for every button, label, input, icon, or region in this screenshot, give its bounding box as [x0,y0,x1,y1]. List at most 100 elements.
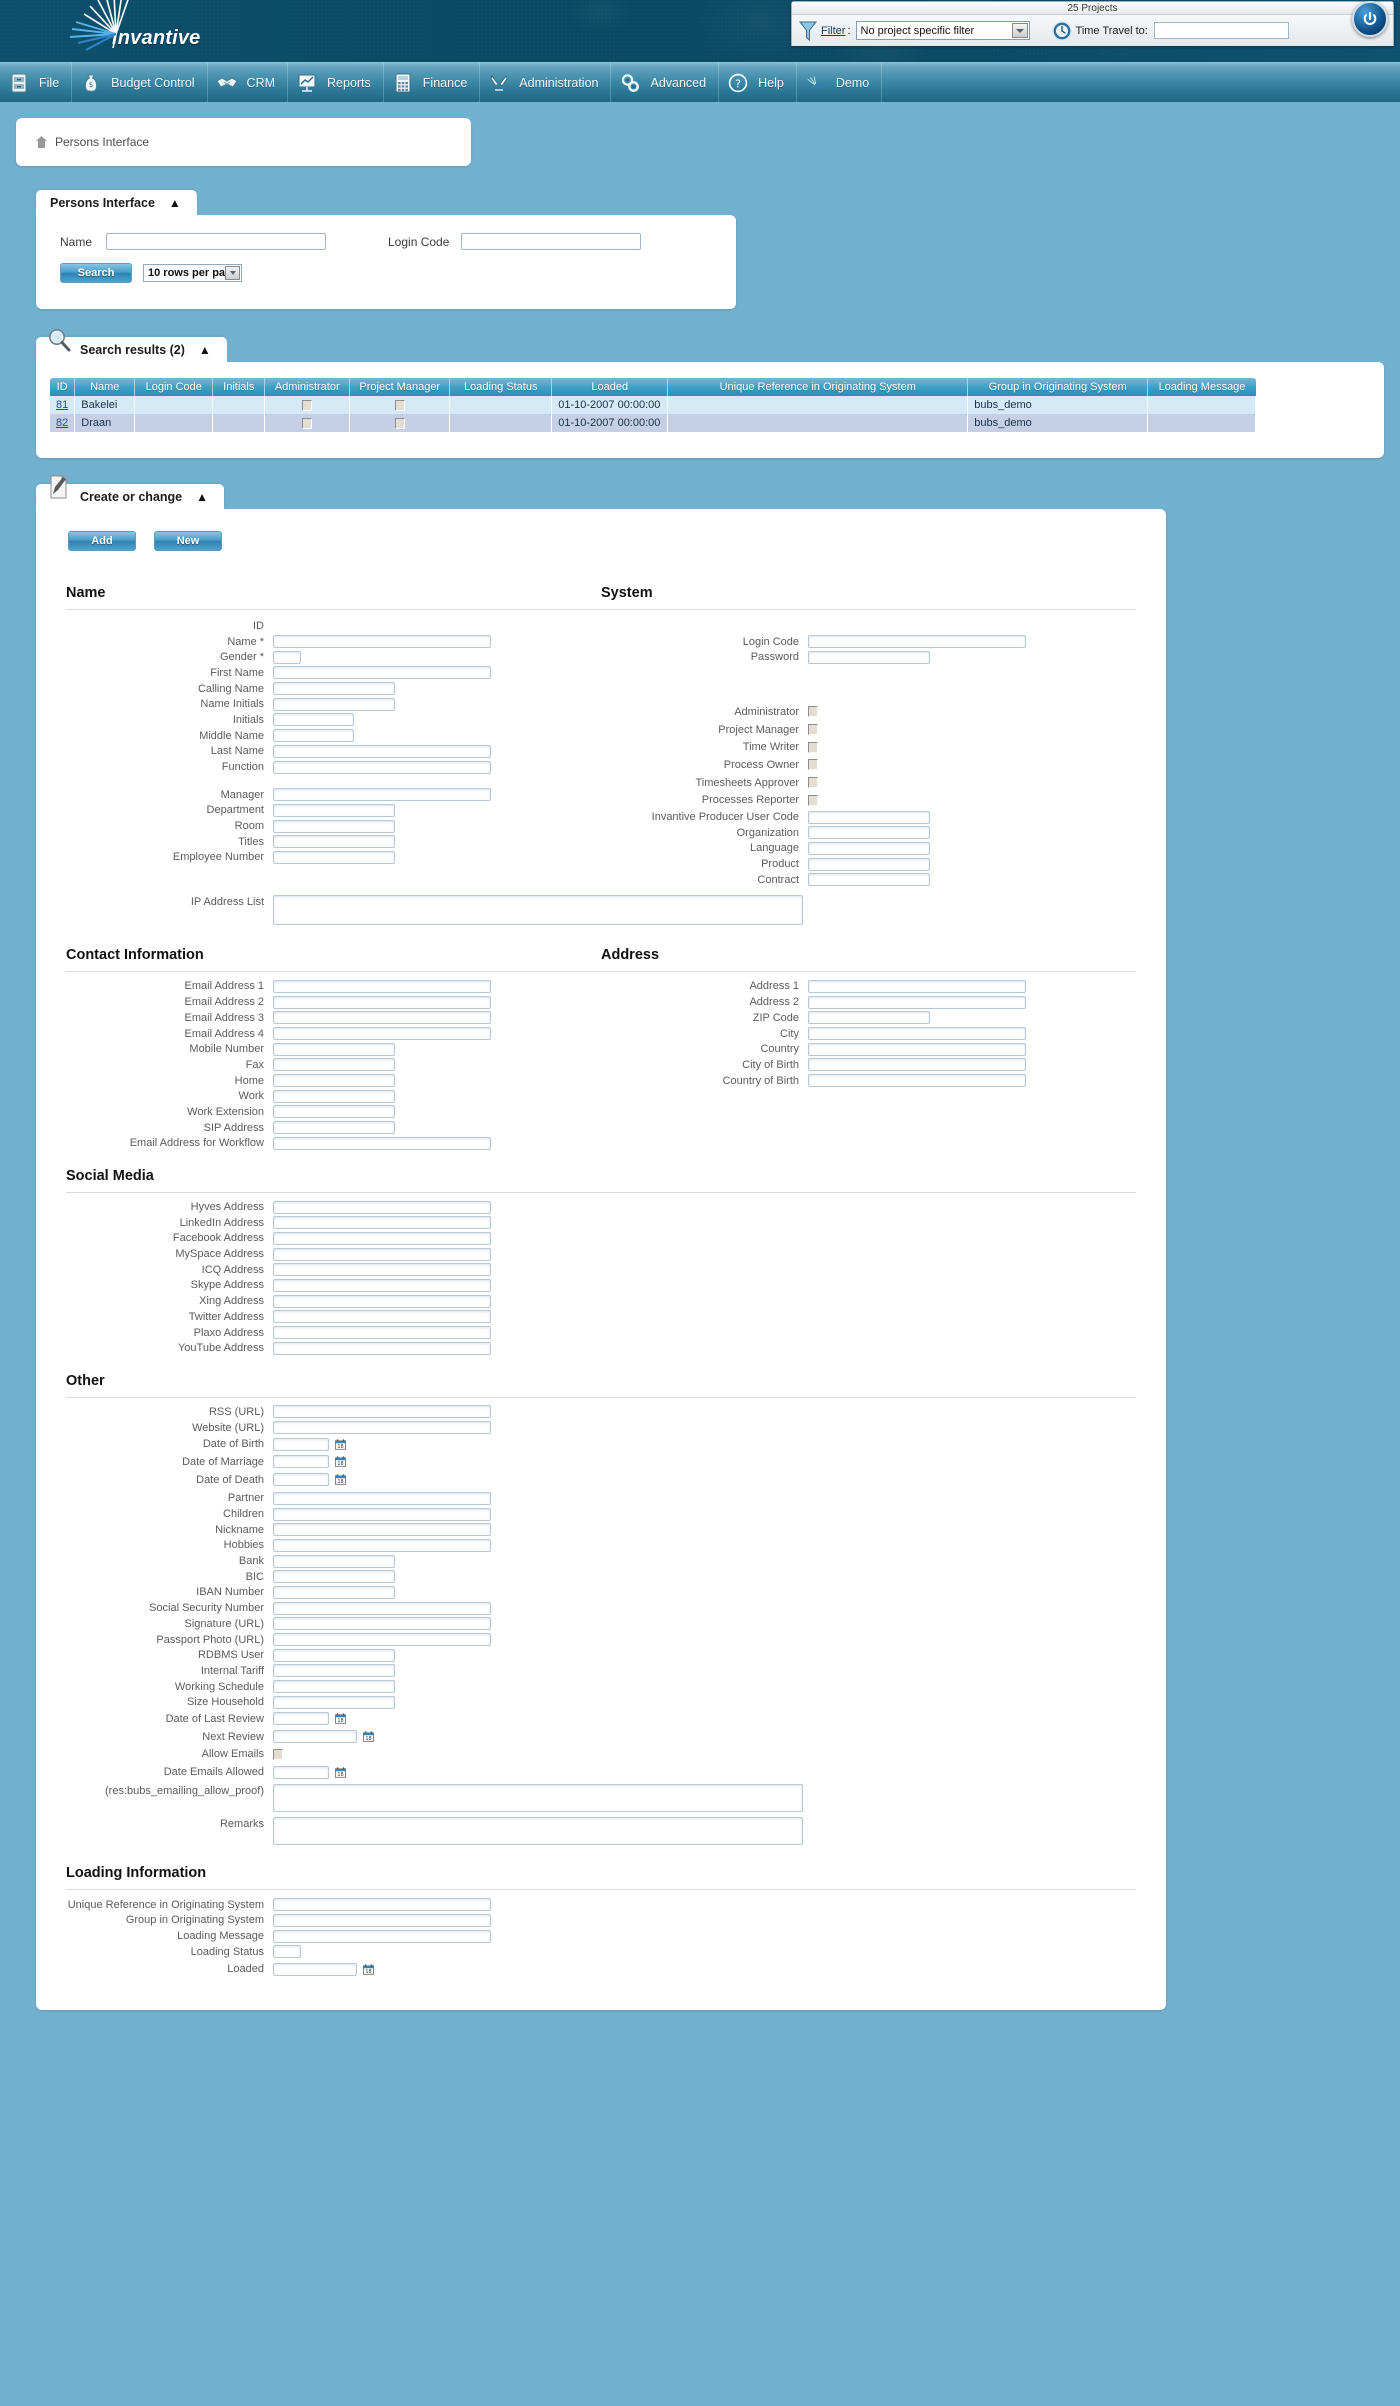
input-email-address-for-workflow[interactable] [273,1136,491,1150]
input-sip-address[interactable] [273,1121,395,1135]
checkbox-unchecked-icon[interactable] [394,399,405,411]
input-organization[interactable] [808,826,930,840]
input-country-of-birth[interactable] [808,1074,1026,1088]
menu-item-reports[interactable]: Reports [288,62,384,103]
search-login-code-input[interactable] [461,233,642,250]
input-home[interactable] [273,1074,395,1088]
input-middle-name[interactable] [273,729,354,743]
input-emailing-allow-proof[interactable] [273,1783,803,1812]
breadcrumb-label[interactable]: Persons Interface [55,135,149,149]
calendar-icon[interactable]: 18 [363,1964,374,1975]
input-language[interactable] [808,841,930,855]
add-button[interactable]: Add [68,531,136,551]
checkbox-processes-reporter[interactable] [808,794,818,806]
col-project-manager[interactable]: Project Manager [349,378,451,396]
input-social-security-number[interactable] [273,1601,491,1615]
input-employee-number[interactable] [273,850,395,864]
home-icon[interactable] [36,135,47,149]
input-skype-address[interactable] [273,1278,491,1292]
input-city-of-birth[interactable] [808,1058,1026,1072]
persons-interface-tab[interactable]: Persons Interface ▲ [36,190,197,216]
search-name-input[interactable] [106,233,326,250]
col-loading-status[interactable]: Loading Status [449,378,553,396]
input-date-of-marriage[interactable] [273,1455,329,1469]
search-button[interactable]: Search [60,263,132,283]
menu-item-file[interactable]: File [0,62,73,103]
input-size-household[interactable] [273,1695,395,1709]
cell-id[interactable]: 82 [50,414,76,432]
input-next-review[interactable] [273,1730,357,1744]
checkbox-allow-emails[interactable] [273,1748,283,1760]
menu-item-crm[interactable]: CRM [208,62,289,103]
input-twitter-address[interactable] [273,1310,491,1324]
input-email-address-2[interactable] [273,995,491,1009]
input-invantive-producer-user-code[interactable] [808,810,930,824]
collapse-chevron-icon[interactable]: ▲ [196,484,208,510]
input-address-2[interactable] [808,995,1026,1009]
input-iban-number[interactable] [273,1585,395,1599]
input-facebook-address[interactable] [273,1231,491,1245]
row-id-link[interactable]: 81 [56,399,68,411]
input-hyves-address[interactable] [273,1200,491,1214]
calendar-icon[interactable]: 18 [335,1439,346,1450]
cell-id[interactable]: 81 [50,396,76,414]
col-group[interactable]: Group in Originating System [967,378,1149,396]
chevron-down-icon[interactable] [1011,23,1028,38]
input-internal-tariff[interactable] [273,1664,395,1678]
input-bic[interactable] [273,1570,395,1584]
input-partner[interactable] [273,1491,491,1505]
rows-per-page-select[interactable]: 10 rows per page [143,264,242,282]
input-manager[interactable] [273,788,491,802]
collapse-chevron-icon[interactable]: ▲ [199,337,211,363]
table-row[interactable]: 82 Draan 01-10-2007 00:00:00 bubs_demo [50,414,1257,432]
input-gender[interactable] [273,650,301,664]
input-address-1[interactable] [808,979,1026,993]
input-myspace-address[interactable] [273,1247,491,1261]
input-country[interactable] [808,1042,1026,1056]
checkbox-timesheets-approver[interactable] [808,777,818,789]
input-unique-reference-in-originating-system[interactable] [273,1898,491,1912]
input-youtube-address[interactable] [273,1341,491,1355]
input-remarks[interactable] [273,1816,803,1845]
input-date-of-death[interactable] [273,1473,329,1487]
time-travel-input[interactable] [1153,22,1289,39]
input-signature-url[interactable] [273,1617,491,1631]
cell-administrator[interactable] [264,396,351,414]
input-passport-photo-url[interactable] [273,1633,491,1647]
input-function[interactable] [273,760,491,774]
input-loading-status[interactable] [273,1945,301,1959]
filter-label[interactable]: Filter [821,25,845,37]
col-loaded[interactable]: Loaded [551,378,669,396]
input-group-in-originating-system[interactable] [273,1913,491,1927]
col-login-code[interactable]: Login Code [134,378,214,396]
col-administrator[interactable]: Administrator [264,378,351,396]
input-password[interactable] [808,650,930,664]
checkbox-unchecked-icon[interactable] [302,417,313,429]
input-zip-code[interactable] [808,1011,930,1025]
search-results-tab[interactable]: Search results (2) ▲ [36,329,227,363]
input-plaxo-address[interactable] [273,1326,491,1340]
calendar-icon[interactable]: 18 [335,1456,346,1467]
menu-item-finance[interactable]: Finance [384,62,481,103]
input-xing-address[interactable] [273,1294,491,1308]
new-button[interactable]: New [154,531,222,551]
input-room[interactable] [273,819,395,833]
calendar-icon[interactable]: 18 [335,1713,346,1724]
col-id[interactable]: ID [50,378,76,396]
col-loading-message[interactable]: Loading Message [1147,378,1256,396]
table-row[interactable]: 81 Bakelei 01-10-2007 00:00:00 bubs_demo [50,396,1257,414]
input-work[interactable] [273,1089,395,1103]
input-department[interactable] [273,803,395,817]
input-titles[interactable] [273,835,395,849]
col-name[interactable]: Name [74,378,136,396]
input-first-name[interactable] [273,666,491,680]
collapse-chevron-icon[interactable]: ▲ [169,190,181,216]
calendar-icon[interactable]: 18 [363,1731,374,1742]
input-loaded[interactable] [273,1962,357,1976]
input-mobile-number[interactable] [273,1042,395,1056]
menu-item-budget-control[interactable]: $ Budget Control [72,62,208,103]
input-children[interactable] [273,1507,491,1521]
input-nickname[interactable] [273,1523,491,1537]
input-city[interactable] [808,1027,1026,1041]
input-product[interactable] [808,857,930,871]
